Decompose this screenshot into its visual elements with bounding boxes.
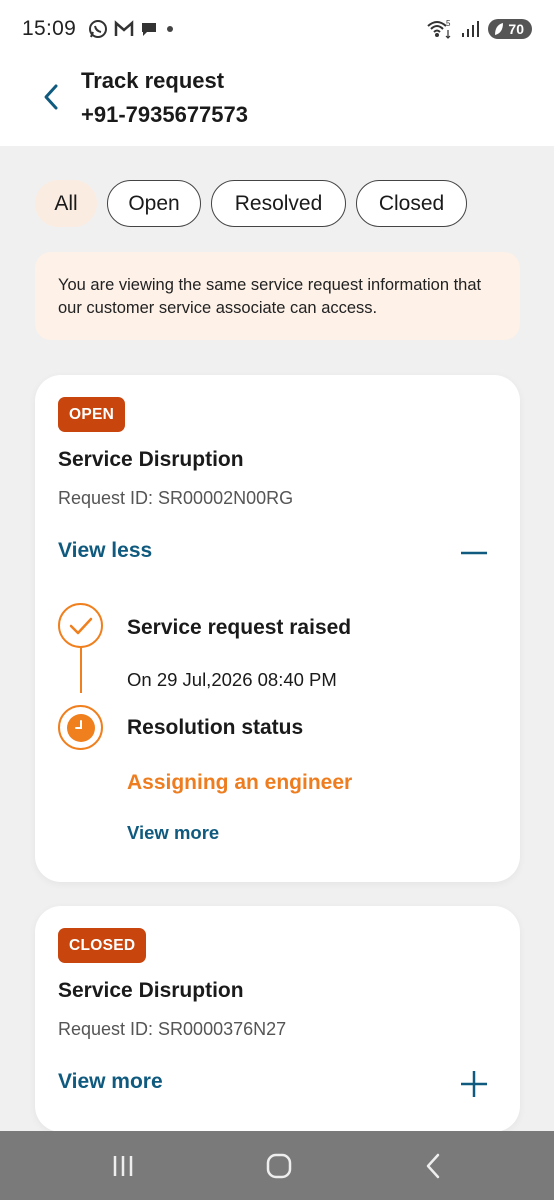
timeline-connector	[79, 646, 82, 693]
filter-open[interactable]: Open	[107, 180, 201, 227]
back-nav-icon[interactable]	[418, 1151, 450, 1181]
timeline-step-title: Service request raised	[127, 616, 352, 639]
notification-icons	[88, 19, 176, 39]
resolution-status: Assigning an engineer	[127, 771, 353, 794]
battery-saver-icon	[495, 23, 504, 35]
home-icon[interactable]	[263, 1151, 295, 1181]
request-id: Request ID: SR00002N00RG	[58, 488, 294, 508]
status-badge: CLOSED	[58, 928, 147, 963]
status-bar: 15:09 5 70	[0, 0, 554, 58]
plus-icon[interactable]	[460, 1070, 488, 1098]
filter-resolved[interactable]: Resolved	[211, 180, 346, 227]
filter-all[interactable]: All	[35, 180, 97, 227]
battery-level: 70	[508, 21, 524, 37]
request-card: CLOSED Service Disruption Request ID: SR…	[35, 906, 520, 1132]
chat-icon	[142, 23, 157, 36]
minus-icon[interactable]	[460, 539, 488, 567]
svg-text:5: 5	[446, 19, 451, 28]
request-title: Service Disruption	[58, 448, 244, 471]
status-badge: OPEN	[58, 397, 126, 432]
view-more-link[interactable]: View more	[58, 1070, 163, 1094]
filter-closed[interactable]: Closed	[356, 180, 467, 227]
whatsapp-icon	[89, 20, 108, 38]
info-notice: You are viewing the same service request…	[35, 252, 520, 340]
battery-icon: 70	[488, 19, 532, 39]
wifi-icon: 5	[427, 19, 451, 39]
recent-apps-icon[interactable]	[107, 1151, 139, 1181]
timeline-step-title: Resolution status	[127, 716, 304, 739]
gmail-icon	[114, 20, 134, 36]
app-header: Track request +91-7935677573	[0, 58, 554, 146]
clock-circle-icon	[58, 705, 103, 750]
request-title: Service Disruption	[58, 979, 244, 1002]
request-card: OPEN Service Disruption Request ID: SR00…	[35, 375, 520, 882]
filter-chips: All Open Resolved Closed	[35, 180, 467, 227]
page-subtitle: +91-7935677573	[81, 102, 248, 127]
view-more-link[interactable]: View more	[127, 822, 219, 844]
back-arrow-icon[interactable]	[38, 82, 66, 112]
page-title: Track request	[81, 68, 225, 93]
request-id: Request ID: SR0000376N27	[58, 1019, 287, 1039]
status-time: 15:09	[22, 17, 77, 40]
system-icons: 5 70	[426, 18, 532, 40]
timeline-step-date: On 29 Jul,2026 08:40 PM	[127, 669, 337, 690]
dot-icon	[167, 26, 174, 32]
check-circle-icon	[58, 603, 103, 648]
system-nav-bar	[0, 1131, 554, 1200]
signal-icon	[462, 21, 480, 37]
view-less-link[interactable]: View less	[58, 539, 152, 563]
